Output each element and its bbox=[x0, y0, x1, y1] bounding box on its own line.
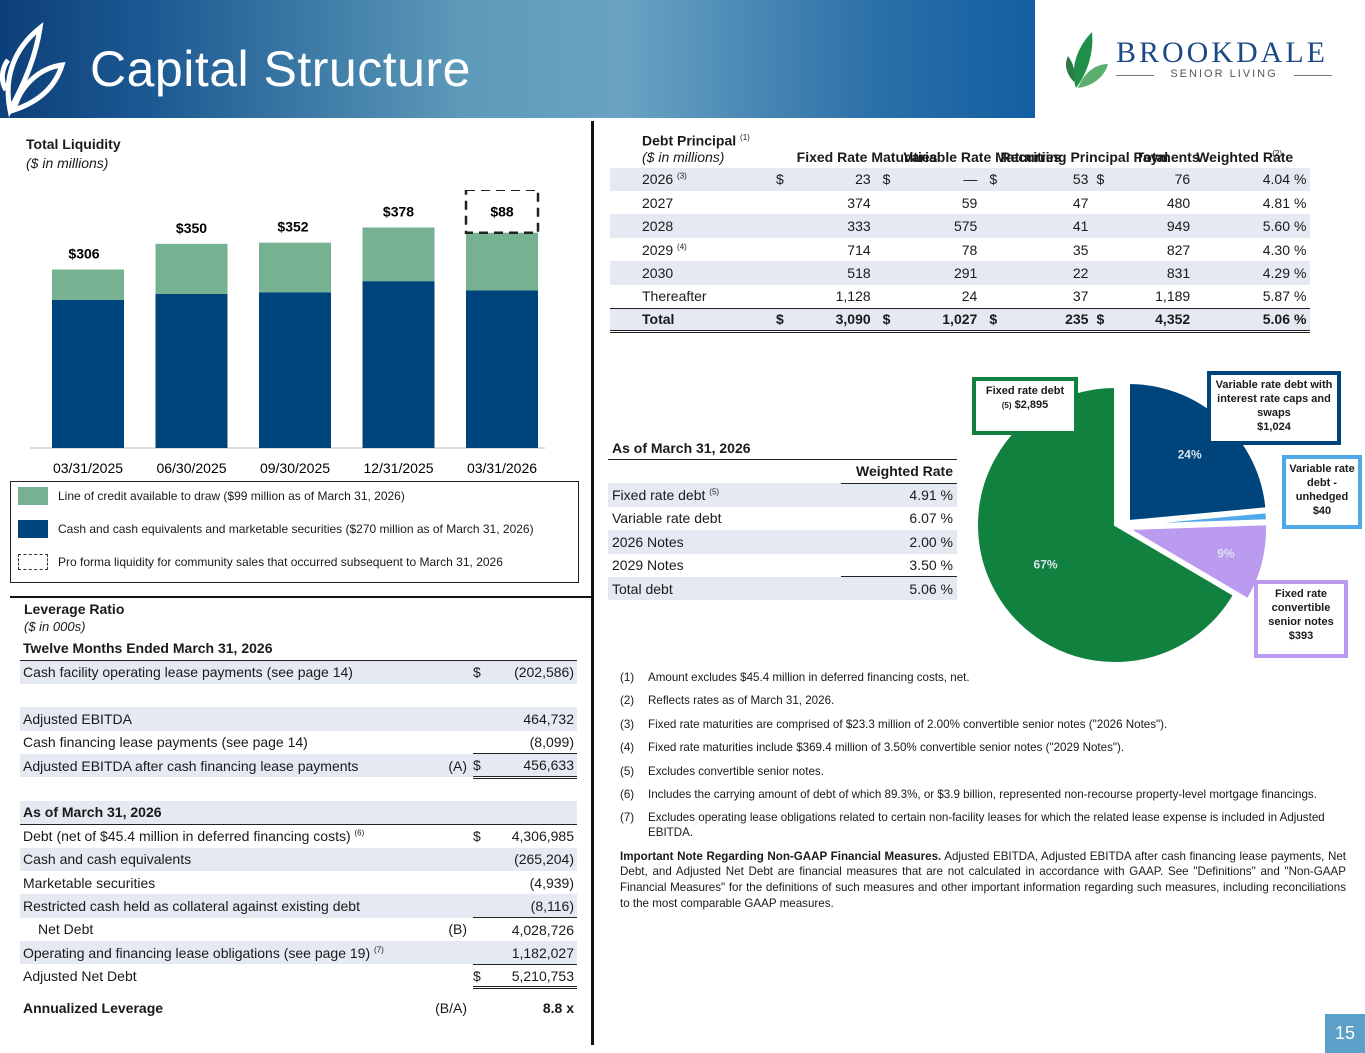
weighted-rate-header: Weighted Rate bbox=[841, 460, 957, 484]
leverage-title: Leverage Ratio bbox=[24, 601, 125, 617]
weighted-rate-row: Fixed rate debt (5) 4.91 % bbox=[608, 483, 957, 507]
bar-line-of-credit bbox=[155, 243, 228, 294]
important-note-title: Important Note Regarding Non-GAAP Financ… bbox=[620, 849, 942, 863]
bar-cash bbox=[155, 294, 228, 448]
liquidity-subtitle: ($ in millions) bbox=[26, 155, 109, 171]
footnote: (1) Amount excludes $45.4 million in defe… bbox=[620, 671, 970, 684]
bar-cash bbox=[52, 299, 124, 448]
pie-label-variable-hedged: Variable rate debt with interest rate ca… bbox=[1207, 371, 1341, 445]
brookdale-logo: BROOKDALE SENIOR LIVING bbox=[1062, 26, 1342, 96]
bar-total-label: $378 bbox=[383, 204, 414, 220]
pie-label-convertible: Fixed rate convertible senior notes $393 bbox=[1254, 580, 1348, 658]
pie-pct-label: 67% bbox=[1034, 558, 1058, 572]
leverage-row: Net Debt (B) 4,028,726 bbox=[38, 921, 574, 938]
weighted-rate-row: Total debt 5.06 % bbox=[608, 576, 957, 601]
chart-legend: Line of credit available to draw ($99 mi… bbox=[10, 481, 579, 583]
weighted-rate-as-of: As of March 31, 2026 bbox=[612, 440, 751, 456]
debt-pie-chart: 24% 9% 67% Fixed rate debt (5) $2,895 Varia… bbox=[950, 365, 1365, 665]
bar-total-label: $306 bbox=[68, 246, 99, 262]
legend-swatch bbox=[18, 553, 48, 570]
pie-label-fixed: Fixed rate debt (5) $2,895 bbox=[972, 377, 1078, 435]
page-number: 15 bbox=[1325, 1014, 1365, 1053]
legend-item-pro-forma: Pro forma liquidity for community sales … bbox=[18, 552, 503, 572]
debt-row: 2030 518 291 22 831 4.29% bbox=[610, 261, 1310, 285]
debt-principal-table: Debt Principal (1) ($ in millions) Fixed… bbox=[610, 128, 1310, 333]
vertical-divider bbox=[591, 121, 594, 1045]
debt-row: 2029 (4) 714 78 35 827 4.30% bbox=[642, 241, 1307, 258]
pie-label-variable-unhedged: Variable rate debt - unhedged $40 bbox=[1282, 455, 1362, 529]
col-fixed: Fixed Rate Maturities bbox=[796, 148, 938, 165]
legend-swatch bbox=[18, 486, 48, 505]
leverage-row: Cash and cash equivalents (265,204) bbox=[20, 847, 577, 871]
logo-leaf-icon bbox=[1066, 32, 1108, 88]
x-tick-label: 03/31/2026 bbox=[467, 460, 537, 476]
bar-line-of-credit bbox=[52, 269, 124, 300]
debt-row: 2027 374 59 47 480 4.81% bbox=[642, 194, 1307, 211]
liquidity-chart: $306 03/31/2025 $350 06/30/2025 $352 09/30/20… bbox=[30, 190, 545, 476]
bar-line-of-credit bbox=[466, 232, 538, 291]
footnote: (3) Fixed rate maturities are comprised o… bbox=[620, 717, 1168, 731]
leverage-row: Adjusted Net Debt $5,210,753 bbox=[20, 964, 577, 990]
bar-cash bbox=[259, 292, 331, 448]
annualized-leverage-row: Annualized Leverage (B/A) 8.8 x bbox=[23, 999, 574, 1016]
footnote: (6) Includes the carrying amount of debt … bbox=[620, 787, 1317, 801]
leverage-row: Adjusted EBITDA 464,732 bbox=[20, 707, 577, 731]
leaf-icon bbox=[0, 22, 66, 118]
horizontal-divider bbox=[10, 596, 593, 598]
bar-line-of-credit bbox=[259, 242, 331, 293]
legend-item-line-of-credit: Line of credit available to draw ($99 mi… bbox=[18, 486, 405, 506]
leverage-subtitle: ($ in 000s) bbox=[24, 619, 86, 634]
leverage-row: Marketable securities (4,939) bbox=[23, 874, 574, 891]
important-note: Important Note Regarding Non-GAAP Financ… bbox=[620, 849, 1346, 911]
leverage-row: Adjusted EBITDA after cash financing lea… bbox=[20, 753, 577, 779]
x-tick-label: 03/31/2025 bbox=[53, 460, 123, 476]
leverage-row: Operating and financing lease obligation… bbox=[20, 941, 577, 965]
x-tick-label: 06/30/2025 bbox=[156, 460, 226, 476]
pie-pct-label: 24% bbox=[1178, 447, 1202, 461]
debt-title-sup: (1) bbox=[740, 133, 750, 142]
leverage-row: Cash facility operating lease payments (… bbox=[20, 660, 577, 684]
logo-subtitle: SENIOR LIVING bbox=[1116, 68, 1332, 80]
logo-name: BROOKDALE bbox=[1116, 36, 1328, 69]
debt-title-cell: Debt Principal (1) ($ in millions) bbox=[610, 128, 770, 168]
weighted-rate-row: 2029 Notes 3.50 % bbox=[612, 557, 953, 574]
debt-total-row: Total $3,090 $1,027 $235 $4,352 5.06% bbox=[610, 307, 1310, 333]
pro-forma-label: $88 bbox=[490, 203, 514, 219]
leverage-row: Restricted cash held as collateral again… bbox=[20, 894, 577, 919]
bar-total-label: $352 bbox=[277, 219, 308, 235]
x-tick-label: 09/30/2025 bbox=[260, 460, 330, 476]
legend-item-cash: Cash and cash equivalents and marketable… bbox=[18, 519, 534, 539]
footnote: (4) Fixed rate maturities include $369.4 … bbox=[620, 741, 1125, 755]
weighted-rate-row: Variable rate debt 6.07 % bbox=[612, 510, 953, 527]
debt-row: 2028 333 575 41 949 5.60% bbox=[610, 214, 1310, 238]
leverage-as-of-header: As of March 31, 2026 bbox=[20, 800, 577, 825]
footnote: (2) Reflects rates as of March 31, 2026. bbox=[620, 694, 835, 708]
debt-title: Debt Principal bbox=[642, 132, 737, 149]
weighted-rate-table: Weighted Rate Fixed rate debt (5) 4.91 % V… bbox=[608, 460, 957, 601]
bar-total-label: $350 bbox=[176, 220, 207, 236]
leverage-table: Twelve Months Ended March 31, 2026 Cash f… bbox=[20, 637, 577, 1019]
leverage-period-header: Twelve Months Ended March 31, 2026 bbox=[20, 637, 577, 661]
debt-subtitle: ($ in millions) bbox=[642, 148, 725, 165]
pie-pct-label: 9% bbox=[1217, 547, 1235, 561]
debt-row: Thereafter 1,128 24 37 1,189 5.87% bbox=[642, 288, 1307, 305]
col-rate: Weighted Rate(2) bbox=[1196, 148, 1294, 165]
legend-swatch bbox=[18, 519, 48, 538]
leverage-row: Cash financing lease payments (see page … bbox=[20, 730, 577, 755]
x-tick-label: 12/31/2025 bbox=[363, 460, 433, 476]
bar-cash bbox=[466, 290, 538, 448]
bar-cash bbox=[362, 281, 435, 448]
footnote: (5) Excludes convertible senior notes. bbox=[620, 764, 824, 778]
debt-row: 2026 (3) $23 $ — $53 $76 4.04% bbox=[610, 167, 1310, 192]
weighted-rate-row: 2026 Notes 2.00 % bbox=[608, 530, 957, 554]
footnote: (7) Excludes operating lease obligations … bbox=[620, 811, 1325, 840]
liquidity-title: Total Liquidity bbox=[26, 136, 121, 152]
footnotes: (1) Amount excludes $45.4 million in defe… bbox=[620, 670, 1346, 911]
bar-line-of-credit bbox=[362, 227, 435, 282]
page-title: Capital Structure bbox=[90, 41, 471, 97]
header-banner: Capital Structure bbox=[0, 0, 1035, 118]
leverage-row: Debt (net of $45.4 million in deferred f… bbox=[23, 828, 574, 845]
